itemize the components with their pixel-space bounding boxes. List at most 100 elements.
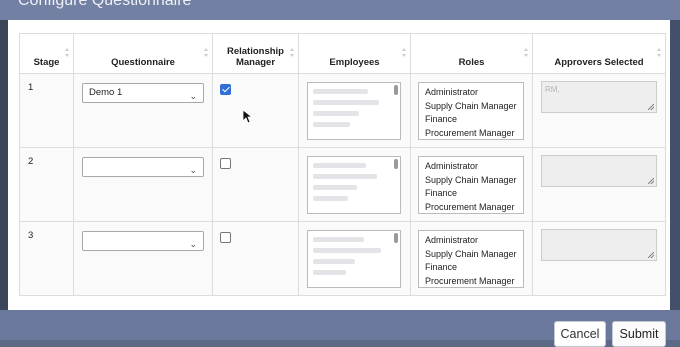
table-header-row: Stage Questionnaire Relationship Manager… [19,33,666,74]
questionnaire-cell: Demo 1 ⌄ [73,73,213,148]
dialog-header: Configure Questionnaire [0,0,680,20]
approvers-textarea[interactable]: RM, [541,81,657,113]
header-label: Roles [458,57,485,68]
employees-cell [298,147,411,222]
role-item[interactable]: Administrator [425,160,523,174]
relationship-manager-cell [212,73,299,148]
relationship-manager-cell [212,221,299,296]
role-item[interactable]: Finance [425,187,523,201]
column-header-employees[interactable]: Employees [298,33,411,74]
relationship-manager-checkbox[interactable] [220,158,231,169]
employee-item[interactable] [313,270,347,275]
employee-item[interactable] [313,163,367,168]
relationship-manager-cell [212,147,299,222]
resize-handle-icon[interactable] [648,104,654,110]
header-label: Relationship Manager [226,46,284,68]
column-header-relationship-manager[interactable]: Relationship Manager [212,33,299,74]
table-row: 1 Demo 1 ⌄ Administrator Supply Chain Ma… [19,73,666,148]
stage-cell: 2 [19,147,74,222]
header-label: Employees [329,57,380,68]
relationship-manager-checkbox[interactable] [220,232,231,243]
column-header-roles[interactable]: Roles [410,33,533,74]
role-item[interactable]: Procurement Manager [425,201,523,214]
roles-listbox[interactable]: Administrator Supply Chain Manager Finan… [418,82,524,140]
column-header-questionnaire[interactable]: Questionnaire [73,33,213,74]
resize-handle-icon[interactable] [648,252,654,258]
role-item[interactable]: Procurement Manager [425,127,523,140]
employee-item[interactable] [313,248,382,253]
sort-icon[interactable] [524,48,529,57]
questionnaire-cell: ⌄ [73,221,213,296]
column-header-stage[interactable]: Stage [19,33,74,74]
questionnaire-cell: ⌄ [73,147,213,222]
employee-item[interactable] [313,185,358,190]
employee-item[interactable] [313,100,380,105]
employee-item[interactable] [313,174,378,179]
employee-item[interactable] [313,111,359,116]
questionnaire-select[interactable]: Demo 1 ⌄ [82,83,204,103]
role-item[interactable]: Finance [425,113,523,127]
role-item[interactable]: Supply Chain Manager [425,174,523,188]
submit-button[interactable]: Submit [612,321,666,347]
role-item[interactable]: Procurement Manager [425,275,523,288]
questionnaire-select[interactable]: ⌄ [82,157,204,177]
employee-item[interactable] [313,122,350,127]
header-label: Stage [33,57,60,68]
listbox-scrollbar[interactable] [394,159,398,169]
stage-number: 1 [28,82,34,93]
listbox-scrollbar[interactable] [394,233,398,243]
approvers-textarea[interactable] [541,229,657,261]
employee-item[interactable] [313,259,356,264]
employee-item[interactable] [313,237,364,242]
chevron-down-icon: ⌄ [189,91,197,101]
resize-handle-icon[interactable] [648,178,654,184]
relationship-manager-checkbox[interactable] [220,84,231,95]
stage-number: 2 [28,156,34,167]
employee-item[interactable] [313,89,369,94]
chevron-down-icon: ⌄ [189,239,197,249]
approvers-textarea[interactable] [541,155,657,187]
listbox-scrollbar[interactable] [394,85,398,95]
approvers-cell [532,221,666,296]
approvers-cell: RM, [532,73,666,148]
questionnaire-select[interactable]: ⌄ [82,231,204,251]
table-row: 3 ⌄ Administrator Supply Chain Manager F… [19,221,666,296]
role-item[interactable]: Supply Chain Manager [425,248,523,262]
roles-cell: Administrator Supply Chain Manager Finan… [410,73,533,148]
roles-listbox[interactable]: Administrator Supply Chain Manager Finan… [418,230,524,288]
dialog-title: Configure Questionnaire [18,0,192,9]
sort-icon[interactable] [290,48,295,57]
employees-cell [298,73,411,148]
roles-cell: Administrator Supply Chain Manager Finan… [410,221,533,296]
column-header-approvers-selected[interactable]: Approvers Selected [532,33,666,74]
table-row: 2 ⌄ Administrator Supply Chain Manager F… [19,147,666,222]
sort-icon[interactable] [65,48,70,57]
role-item[interactable]: Supply Chain Manager [425,100,523,114]
header-label: Approvers Selected [554,57,644,68]
role-item[interactable]: Administrator [425,234,523,248]
cancel-button[interactable]: Cancel [554,321,606,347]
approvers-cell [532,147,666,222]
approvers-value: RM, [545,85,560,94]
role-item[interactable]: Finance [425,261,523,275]
stage-number: 3 [28,230,34,241]
sort-icon[interactable] [657,48,662,57]
header-label: Questionnaire [111,57,175,68]
stage-cell: 1 [19,73,74,148]
questionnaire-selected-value: Demo 1 [89,87,123,98]
stages-table: Stage Questionnaire Relationship Manager… [19,33,666,296]
sort-icon[interactable] [402,48,407,57]
employee-item[interactable] [313,196,348,201]
employees-cell [298,221,411,296]
backdrop-left [0,0,8,340]
roles-cell: Administrator Supply Chain Manager Finan… [410,147,533,222]
chevron-down-icon: ⌄ [189,165,197,175]
role-item[interactable]: Administrator [425,86,523,100]
mouse-pointer-icon [243,110,253,124]
employees-listbox[interactable] [307,230,401,288]
employees-listbox[interactable] [307,156,401,214]
employees-listbox[interactable] [307,82,401,140]
roles-listbox[interactable]: Administrator Supply Chain Manager Finan… [418,156,524,214]
sort-icon[interactable] [204,48,209,57]
stage-cell: 3 [19,221,74,296]
